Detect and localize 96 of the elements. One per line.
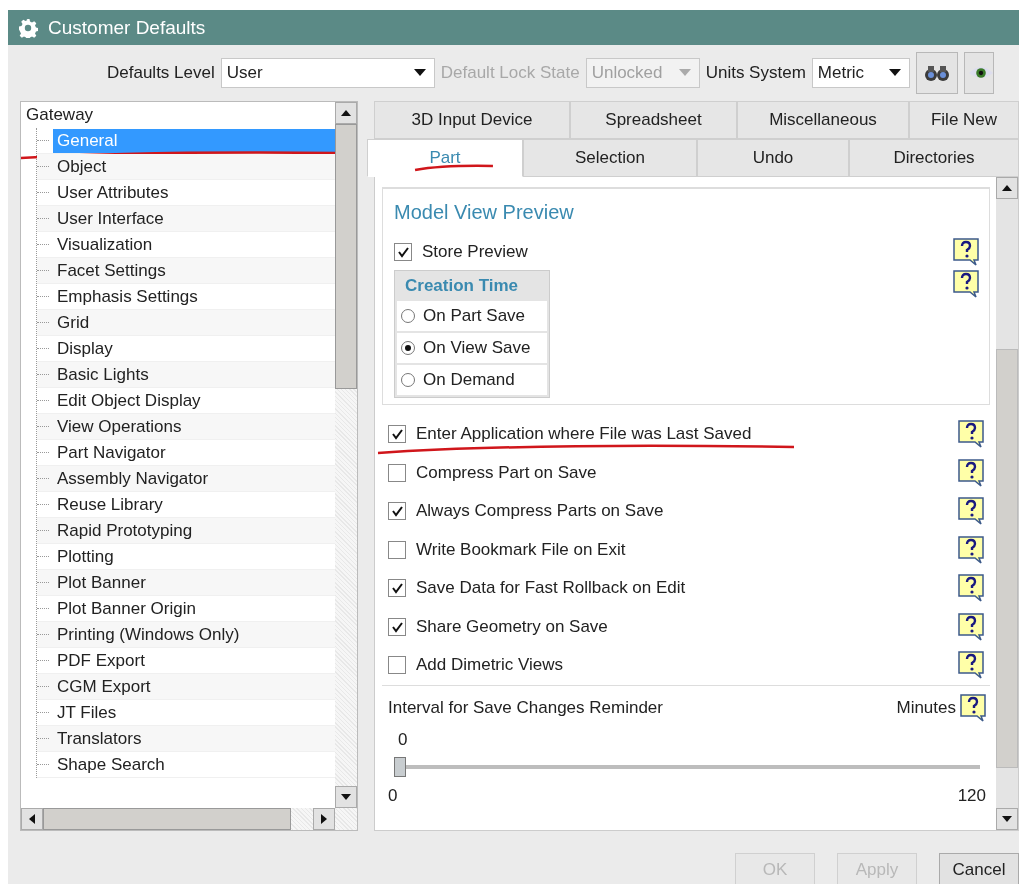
tree-item[interactable]: Plot Banner Origin [53,596,200,621]
radio-button[interactable] [401,341,415,355]
checkbox[interactable] [388,540,406,559]
units-system-dropdown[interactable]: Metric [811,58,910,88]
tab[interactable]: Selection [523,139,697,177]
scroll-up-button[interactable] [996,177,1018,199]
scrollbar-thumb[interactable] [996,349,1018,768]
checkbox-label: Store Preview [422,242,528,262]
tree-item[interactable]: Plotting [53,544,118,569]
caret-icon [678,69,691,77]
tab[interactable]: Part [367,139,523,177]
checkbox[interactable] [388,502,406,521]
radio-group-title: Creation Time [404,275,520,297]
radio-label: On Demand [423,370,515,390]
tree-item[interactable]: Emphasis Settings [53,284,202,309]
tree-item[interactable]: PDF Export [53,648,149,673]
caret-icon [413,69,426,77]
checkbox-label: Always Compress Parts on Save [416,501,664,522]
checkbox-label: Share Geometry on Save [416,616,608,637]
left-arrow-icon [29,814,35,824]
tree-item[interactable]: JT Files [53,700,121,725]
radio-button[interactable] [401,309,415,323]
help-icon[interactable] [958,535,984,564]
dialog-button[interactable]: Cancel [939,853,1019,884]
scrollbar-thumb[interactable] [335,124,357,389]
interval-label: Interval for Save Changes Reminder [388,697,663,718]
slider-thumb[interactable] [394,756,406,777]
checkbox[interactable] [388,463,406,482]
checkbox[interactable] [394,243,412,261]
tab[interactable]: Directories [849,139,1019,177]
checkbox-label: Add Dimetric Views [416,655,564,676]
defaults-level-label: Defaults Level [107,63,215,83]
radio-label: On Part Save [423,306,526,326]
tab[interactable]: Spreadsheet [570,101,737,139]
checkbox[interactable] [388,656,406,675]
tree-item[interactable]: Reuse Library [53,492,167,517]
checkbox[interactable] [388,579,406,598]
scrollbar[interactable] [996,177,1018,830]
tree-item[interactable]: Object [53,154,111,179]
scroll-down-button[interactable] [335,786,357,808]
radio-label: On View Save [423,338,531,358]
window-title: Customer Defaults [48,16,206,39]
radio-button[interactable] [401,373,415,387]
binoculars-icon [922,63,951,83]
down-arrow-icon [1002,816,1012,822]
slider-max-label: 120 [957,785,986,806]
scrollbar-thumb[interactable] [43,808,291,830]
help-icon[interactable] [958,651,984,680]
gear-icon [18,17,38,38]
help-icon[interactable] [958,612,984,641]
up-arrow-icon [1002,185,1012,191]
checkbox-label: Save Data for Fast Rollback on Edit [416,578,686,599]
tab[interactable]: Undo [697,139,849,177]
scroll-up-button[interactable] [335,102,357,124]
tree-item[interactable]: Shape Search [53,752,169,777]
down-arrow-icon [341,794,351,800]
tree-item[interactable]: User Attributes [53,180,173,205]
checkbox-label: Write Bookmark File on Exit [416,539,626,560]
slider[interactable] [394,755,980,778]
help-icon[interactable] [958,497,984,526]
eye-button[interactable] [963,52,994,94]
checkbox[interactable] [388,617,406,636]
tree-item[interactable]: Display [53,336,117,361]
unit-label: Minutes [896,697,956,718]
help-icon[interactable] [960,693,986,722]
help-icon[interactable] [958,420,984,449]
tree-item[interactable]: Grid [53,310,94,335]
checkbox-label: Compress Part on Save [416,462,597,483]
lock-state-label: Default Lock State [440,63,580,83]
scrollbar[interactable] [335,102,357,808]
scroll-down-button[interactable] [996,808,1018,830]
tree-item[interactable]: Edit Object Display [53,388,205,413]
section-title: Model View Preview [394,201,575,224]
units-system-label: Units System [705,63,806,83]
scroll-left-button[interactable] [21,808,43,830]
defaults-level-dropdown[interactable]: User [220,58,435,88]
slider-value: 0 [398,729,409,750]
slider-min-label: 0 [388,785,398,806]
help-icon[interactable] [958,574,984,603]
right-arrow-icon [321,814,327,824]
tab[interactable]: Miscellaneous [737,101,909,139]
caret-icon [888,69,901,77]
help-icon[interactable] [953,270,979,298]
binoculars-button[interactable] [915,52,958,94]
tree-item[interactable]: Visualization [53,232,157,257]
help-icon[interactable] [958,458,984,487]
checkbox-label: Enter Application where File was Last Saved [416,424,752,445]
tree-item[interactable]: Part Navigator [53,440,170,465]
tree-item[interactable]: Gateway [26,102,335,128]
scroll-right-button[interactable] [313,808,335,830]
tab[interactable]: 3D Input Device [374,101,570,139]
help-icon[interactable] [953,238,979,266]
checkbox[interactable] [388,425,406,444]
scrollbar[interactable] [21,808,357,830]
up-arrow-icon [341,110,351,116]
tab[interactable]: File New [909,101,1019,139]
